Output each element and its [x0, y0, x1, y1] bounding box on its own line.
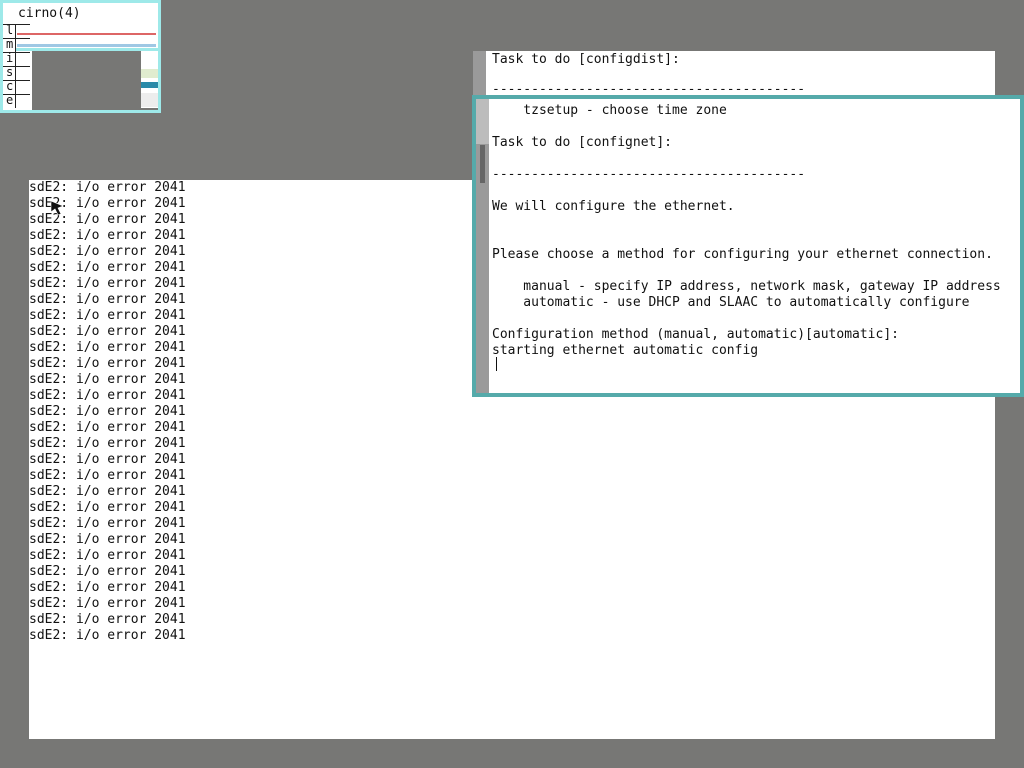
- stats-label-text: l: [6, 23, 14, 37]
- confignet-line: tzsetup - choose time zone: [492, 103, 727, 118]
- console-line: sdE2: i/o error 2041: [29, 580, 186, 595]
- stats-row-label[interactable]: i: [3, 51, 16, 66]
- stats-row-label[interactable]: s: [3, 65, 16, 80]
- console-line: sdE2: i/o error 2041: [29, 356, 186, 371]
- stats-load-graph: [17, 33, 156, 37]
- console-line: sdE2: i/o error 2041: [29, 596, 186, 611]
- stats-row-label[interactable]: m: [3, 37, 16, 52]
- stats-row-divider: [16, 24, 30, 25]
- console-line: sdE2: i/o error 2041: [29, 500, 186, 515]
- console-line: sdE2: i/o error 2041: [29, 324, 186, 339]
- console-line: sdE2: i/o error 2041: [29, 436, 186, 451]
- console-line: sdE2: i/o error 2041: [29, 628, 186, 643]
- stats-label-text: m: [6, 37, 14, 51]
- stats-graph-area: [141, 51, 158, 108]
- configdist-task-line: Task to do [configdist]:: [492, 52, 680, 67]
- console-line: sdE2: i/o error 2041: [29, 612, 186, 627]
- console-line: sdE2: i/o error 2041: [29, 420, 186, 435]
- stats-row-label[interactable]: l: [3, 23, 16, 38]
- confignet-line: Task to do [confignet]:: [492, 135, 673, 150]
- stats-label-text: c: [6, 79, 14, 93]
- console-line: sdE2: i/o error 2041: [29, 228, 186, 243]
- console-line: sdE2: i/o error 2041: [29, 452, 186, 467]
- console-line: sdE2: i/o error 2041: [29, 260, 186, 275]
- mouse-pointer-icon: [50, 200, 64, 216]
- console-line: sdE2: i/o error 2041: [29, 292, 186, 307]
- confignet-window[interactable]: tzsetup - choose time zone Task to do [co…: [472, 95, 1024, 397]
- stats-row-label[interactable]: c: [3, 79, 16, 94]
- stats-row-label[interactable]: e: [3, 93, 16, 108]
- stats-row-divider: [16, 38, 30, 39]
- console-line: sdE2: i/o error 2041: [29, 372, 186, 387]
- console-line: sdE2: i/o error 2041: [29, 516, 186, 531]
- console-line: sdE2: i/o error 2041: [29, 180, 186, 195]
- stats-row-divider: [16, 94, 30, 95]
- console-line: sdE2: i/o error 2041: [29, 484, 186, 499]
- stats-title: cirno(4): [18, 6, 81, 21]
- confignet-line: We will configure the ethernet.: [492, 199, 735, 214]
- stats-memory-graph: [17, 44, 156, 47]
- confignet-scroll-thumb[interactable]: [476, 99, 489, 144]
- stats-row-divider: [16, 66, 30, 67]
- console-line: sdE2: i/o error 2041: [29, 244, 186, 259]
- text-cursor: [496, 357, 497, 371]
- console-line: sdE2: i/o error 2041: [29, 340, 186, 355]
- confignet-line: manual - specify IP address, network mas…: [492, 279, 1001, 294]
- console-line: sdE2: i/o error 2041: [29, 308, 186, 323]
- confignet-line: ----------------------------------------: [492, 167, 806, 182]
- stats-row-divider: [16, 80, 30, 81]
- console-line: sdE2: i/o error 2041: [29, 468, 186, 483]
- console-line: sdE2: i/o error 2041: [29, 564, 186, 579]
- configdist-scrollbar[interactable]: [473, 51, 486, 101]
- stats-label-text: s: [6, 65, 14, 79]
- stats-label-text: e: [6, 93, 14, 107]
- stats-label-text: i: [6, 51, 14, 65]
- confignet-line: automatic - use DHCP and SLAAC to automa…: [492, 295, 970, 310]
- confignet-text: tzsetup - choose time zone Task to do [co…: [492, 99, 1020, 393]
- confignet-line: Configuration method (manual, automatic)…: [492, 327, 899, 342]
- confignet-line: starting ethernet automatic config: [492, 343, 759, 358]
- confignet-line: Please choose a method for configuring y…: [492, 247, 993, 262]
- console-line: sdE2: i/o error 2041: [29, 548, 186, 563]
- configdist-window[interactable]: Task to do [configdist]: ---------------…: [473, 51, 995, 101]
- scroll-marker: [480, 145, 485, 183]
- console-line: sdE2: i/o error 2041: [29, 276, 186, 291]
- console-line: sdE2: i/o error 2041: [29, 404, 186, 419]
- stats-row-divider: [16, 52, 30, 53]
- console-line: sdE2: i/o error 2041: [29, 532, 186, 547]
- stats-graph-panel: [0, 51, 161, 113]
- console-line: sdE2: i/o error 2041: [29, 388, 186, 403]
- confignet-scrollbar[interactable]: [476, 99, 489, 393]
